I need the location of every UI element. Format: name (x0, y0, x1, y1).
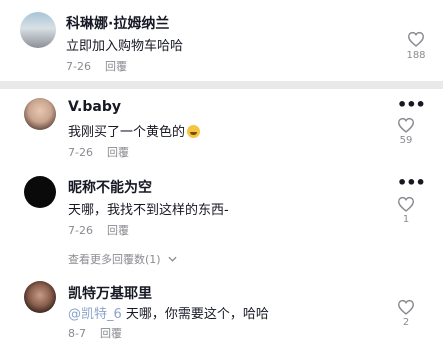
comment-meta: 7-26 回覆 (66, 58, 127, 74)
heart-outline-icon[interactable] (407, 31, 425, 47)
grimacing-emoji-icon (187, 125, 201, 138)
comment-text-body: 我刚买了一个黄色的 (68, 125, 186, 140)
comment-meta: 7-26 回覆 (68, 144, 129, 160)
comment-date: 8-7 (68, 327, 86, 340)
heart-outline-icon[interactable] (397, 299, 415, 315)
more-options-icon[interactable]: ••• (397, 97, 426, 113)
comment-text: 天哪，我找不到这样的东西- (68, 203, 229, 218)
view-more-replies-label: 查看更多回覆数(1) (68, 253, 161, 266)
comment-text-body: 天哪，你需要这个，哈哈 (121, 307, 269, 322)
reply-button[interactable]: 回覆 (107, 146, 129, 159)
comment-meta: 7-26 回覆 (68, 222, 129, 238)
reply-button[interactable]: 回覆 (105, 60, 127, 73)
comment-date: 7-26 (66, 60, 91, 73)
like-count: 188 (406, 50, 426, 61)
commenter-name[interactable]: 凯特万基耶里 (68, 283, 152, 303)
commenter-name[interactable]: 科琳娜·拉姆纳兰 (66, 13, 169, 33)
heart-outline-icon[interactable] (397, 117, 415, 133)
view-more-replies-button[interactable]: 查看更多回覆数(1) (68, 251, 177, 267)
comment-card-top: 科琳娜·拉姆纳兰 立即加入购物车哈哈 7-26 回覆 188 (0, 0, 443, 81)
comment-date: 7-26 (68, 146, 93, 159)
more-options-icon[interactable]: ••• (397, 175, 426, 191)
commenter-name[interactable]: 昵称不能为空 (68, 177, 152, 197)
like-count: 1 (402, 214, 410, 225)
chevron-down-icon (168, 256, 177, 262)
commenter-name[interactable]: V.baby (68, 99, 121, 115)
avatar[interactable] (24, 176, 56, 208)
mention-link[interactable]: @凯特_6 (68, 307, 122, 322)
comment-text: @凯特_6 天哪，你需要这个，哈哈 (68, 303, 269, 322)
comment-date: 7-26 (68, 224, 93, 237)
avatar[interactable] (24, 281, 56, 313)
reply-button[interactable]: 回覆 (100, 327, 122, 340)
heart-outline-icon[interactable] (397, 196, 415, 212)
comment-text: 我刚买了一个黄色的 (68, 121, 201, 140)
like-count: 2 (402, 317, 410, 328)
avatar[interactable] (20, 12, 56, 48)
avatar[interactable] (24, 98, 56, 130)
like-count: 59 (399, 135, 413, 146)
comment-text: 立即加入购物车哈哈 (66, 39, 184, 54)
comment-meta: 8-7 回覆 (68, 325, 122, 341)
reply-button[interactable]: 回覆 (107, 224, 129, 237)
